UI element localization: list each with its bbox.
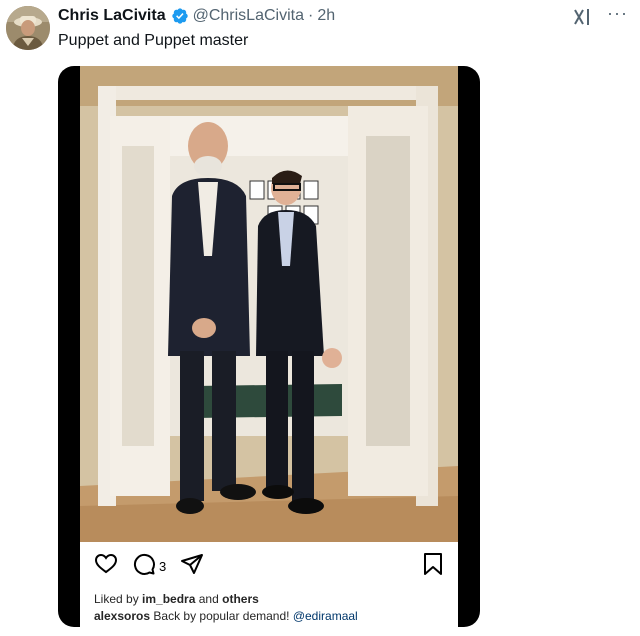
tweet-text: Puppet and Puppet master bbox=[58, 32, 249, 49]
liked-by-user[interactable]: im_bedra bbox=[142, 592, 195, 606]
like-heart-icon[interactable] bbox=[94, 552, 118, 576]
author-handle[interactable]: @ChrisLaCivita bbox=[193, 7, 304, 25]
caption-username[interactable]: alexsoros bbox=[94, 609, 150, 623]
author-avatar[interactable] bbox=[6, 6, 50, 50]
instagram-screenshot: 3 Liked by im_bedra and others alexsoros bbox=[80, 66, 458, 627]
liked-by-others[interactable]: others bbox=[222, 592, 259, 606]
author-name[interactable]: Chris LaCivita bbox=[58, 7, 166, 25]
tweet-header: Chris LaCivita @ChrisLaCivita · 2h bbox=[58, 6, 335, 26]
liked-by-and: and bbox=[198, 592, 219, 606]
post-timestamp[interactable]: 2h bbox=[317, 7, 335, 25]
comment-count: 3 bbox=[159, 559, 167, 574]
separator-dot: · bbox=[307, 7, 314, 24]
avatar-image bbox=[6, 6, 50, 50]
post-photo bbox=[80, 66, 458, 542]
tweet-media[interactable]: 3 Liked by im_bedra and others alexsoros bbox=[58, 66, 480, 627]
caption-text: Back by popular demand! bbox=[153, 609, 290, 623]
instagram-action-bar: 3 bbox=[80, 552, 458, 582]
verified-badge-icon bbox=[171, 7, 189, 25]
caption-mention[interactable]: @ediramaal bbox=[293, 609, 358, 623]
more-options-icon[interactable]: ··· bbox=[607, 4, 628, 30]
liked-by-line: Liked by im_bedra and others bbox=[94, 592, 259, 606]
comment-button[interactable]: 3 bbox=[132, 552, 166, 581]
comment-bubble-icon bbox=[132, 552, 156, 581]
save-bookmark-icon[interactable] bbox=[422, 552, 444, 576]
tweet-actions-top: ··· bbox=[571, 4, 628, 30]
share-send-icon[interactable] bbox=[180, 552, 204, 576]
liked-by-prefix: Liked by bbox=[94, 592, 139, 606]
caption-line: alexsoros Back by popular demand! @edira… bbox=[94, 609, 358, 623]
grok-icon[interactable] bbox=[571, 6, 593, 28]
